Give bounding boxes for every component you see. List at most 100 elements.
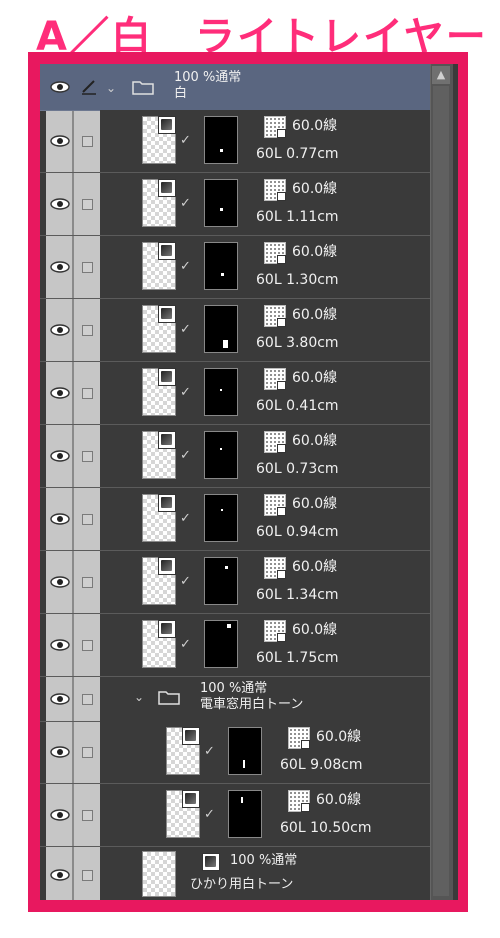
eye-icon[interactable] <box>50 639 70 651</box>
tone-icon <box>264 179 286 201</box>
layer-mask-thumbnail <box>204 620 238 668</box>
lock-checkbox[interactable] <box>82 747 93 758</box>
link-check-icon: ✓ <box>180 574 191 589</box>
row-background <box>100 721 430 783</box>
chevron-down-icon[interactable]: ⌄ <box>134 691 144 703</box>
eye-icon[interactable] <box>50 81 70 93</box>
layer-mask-thumbnail <box>204 494 238 542</box>
tone-icon <box>264 305 286 327</box>
layer-row[interactable]: ✓ 60.0線 60L 1.11cm <box>40 173 430 236</box>
link-check-icon: ✓ <box>204 807 215 822</box>
layer-thumbnail <box>142 851 176 897</box>
tone-value: 60.0線 <box>292 433 338 449</box>
eye-icon[interactable] <box>50 324 70 336</box>
tone-icon <box>264 557 286 579</box>
layer-mask-thumbnail <box>204 557 238 605</box>
sublayer-row[interactable]: ✓ 60.0線 60L 9.08cm <box>40 721 430 784</box>
eye-icon[interactable] <box>50 746 70 758</box>
layer-mask-thumbnail <box>204 368 238 416</box>
link-check-icon: ✓ <box>180 196 191 211</box>
tone-value: 60.0線 <box>316 729 362 745</box>
layer-row[interactable]: ✓ 60.0線 60L 0.77cm <box>40 110 430 173</box>
tone-value: 60.0線 <box>292 118 338 134</box>
link-check-icon: ✓ <box>180 448 191 463</box>
layer-type-icon <box>158 242 176 260</box>
eye-icon[interactable] <box>50 576 70 588</box>
tone-value: 60.0線 <box>292 244 338 260</box>
layer-detail: 60L 1.11cm <box>256 209 339 225</box>
lock-checkbox[interactable] <box>82 262 93 273</box>
layer-type-icon <box>158 305 176 323</box>
layer-row[interactable]: ✓ 60.0線 60L 3.80cm <box>40 299 430 362</box>
subfolder-row[interactable]: ⌄ 100 %通常 電車窓用白トーン <box>40 677 430 722</box>
tone-value: 60.0線 <box>292 181 338 197</box>
layer-type-icon <box>202 853 220 871</box>
folder-icon <box>132 79 154 95</box>
layer-mask-thumbnail <box>204 305 238 353</box>
layer-mask-thumbnail <box>204 179 238 227</box>
layer-row[interactable]: ✓ 60.0線 60L 1.34cm <box>40 551 430 614</box>
lock-checkbox[interactable] <box>82 136 93 147</box>
pen-icon[interactable] <box>80 78 98 96</box>
eye-icon[interactable] <box>50 693 70 705</box>
layer-detail: 60L 1.75cm <box>256 650 339 666</box>
sublayer-row[interactable]: ✓ 60.0線 60L 10.50cm <box>40 784 430 847</box>
layer-row[interactable]: ✓ 60.0線 60L 0.73cm <box>40 425 430 488</box>
eye-icon[interactable] <box>50 261 70 273</box>
scrollbar-thumb[interactable] <box>433 86 449 896</box>
chevron-down-icon[interactable]: ⌄ <box>106 82 116 94</box>
link-check-icon: ✓ <box>204 744 215 759</box>
layer-detail: 60L 9.08cm <box>280 757 363 773</box>
folder-row[interactable]: ⌄ 100 %通常 白 <box>40 64 430 111</box>
eye-icon[interactable] <box>50 869 70 881</box>
layer-row[interactable]: ✓ 60.0線 60L 1.30cm <box>40 236 430 299</box>
tone-value: 60.0線 <box>292 496 338 512</box>
eye-icon[interactable] <box>50 809 70 821</box>
subfolder-mode: 100 %通常 <box>200 681 268 696</box>
tone-value: 60.0線 <box>292 559 338 575</box>
layer-type-icon <box>158 557 176 575</box>
eye-icon[interactable] <box>50 198 70 210</box>
lock-checkbox[interactable] <box>82 640 93 651</box>
layer-row[interactable]: ✓ 60.0線 60L 0.41cm <box>40 362 430 425</box>
lock-checkbox[interactable] <box>82 199 93 210</box>
lock-checkbox[interactable] <box>82 810 93 821</box>
lock-checkbox[interactable] <box>82 514 93 525</box>
layer-mask-thumbnail <box>204 431 238 479</box>
lock-checkbox[interactable] <box>82 451 93 462</box>
layer-type-icon <box>158 494 176 512</box>
link-check-icon: ✓ <box>180 322 191 337</box>
layer-mode: 100 %通常 <box>230 853 298 868</box>
eye-icon[interactable] <box>50 450 70 462</box>
layer-mask-thumbnail <box>228 727 262 775</box>
layer-mask-thumbnail <box>228 790 262 838</box>
tone-value: 60.0線 <box>316 792 362 808</box>
lock-checkbox[interactable] <box>82 694 93 705</box>
lock-checkbox[interactable] <box>82 325 93 336</box>
eye-icon[interactable] <box>50 387 70 399</box>
layer-type-icon <box>158 116 176 134</box>
layer-mask-thumbnail <box>204 242 238 290</box>
eye-icon[interactable] <box>50 513 70 525</box>
tone-icon <box>288 790 310 812</box>
lock-checkbox[interactable] <box>82 388 93 399</box>
scroll-up-icon[interactable]: ▲ <box>432 66 450 84</box>
layer-detail: 60L 3.80cm <box>256 335 339 351</box>
layer-row[interactable]: 100 %通常 ひかり用白トーン <box>40 847 430 900</box>
link-check-icon: ✓ <box>180 637 191 652</box>
lock-checkbox[interactable] <box>82 577 93 588</box>
layer-detail: 60L 0.77cm <box>256 146 339 162</box>
layer-name: ひかり用白トーン <box>190 877 294 892</box>
folder-name: 白 <box>174 86 188 101</box>
layer-row[interactable]: ✓ 60.0線 60L 0.94cm <box>40 488 430 551</box>
layer-type-icon <box>158 620 176 638</box>
layer-type-icon <box>158 368 176 386</box>
folder-mode: 100 %通常 <box>174 70 242 85</box>
layer-detail: 60L 0.94cm <box>256 524 339 540</box>
eye-icon[interactable] <box>50 135 70 147</box>
layer-detail: 60L 0.41cm <box>256 398 339 414</box>
lock-checkbox[interactable] <box>82 870 93 881</box>
link-check-icon: ✓ <box>180 133 191 148</box>
layer-row[interactable]: ✓ 60.0線 60L 1.75cm <box>40 614 430 677</box>
tone-icon <box>264 620 286 642</box>
